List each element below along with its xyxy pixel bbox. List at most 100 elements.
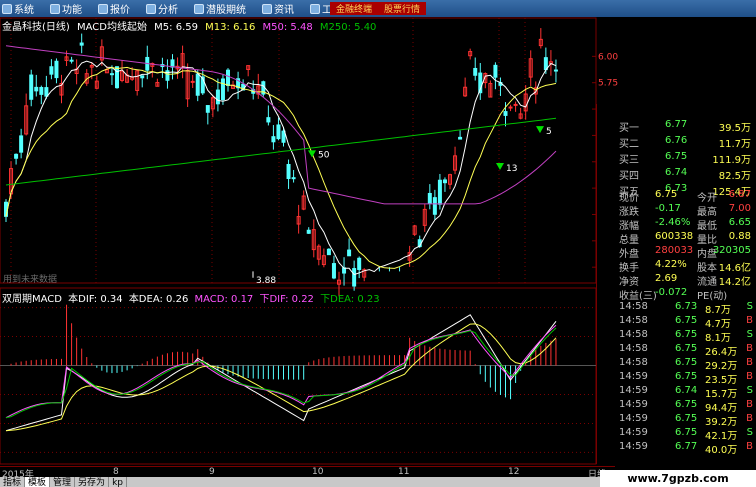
- tick-price: 6.77: [675, 441, 698, 452]
- tick-price: 6.75: [675, 413, 698, 424]
- tick-time: 14:58: [619, 315, 648, 326]
- stat-row: 涨跌 -0.17 最高 7.00: [597, 202, 756, 218]
- candle-body: [44, 87, 49, 97]
- date-label: 9: [209, 467, 215, 477]
- tab-4[interactable]: kp: [109, 477, 127, 487]
- candle-body: [271, 136, 276, 143]
- bid-volume: 39.5万: [718, 123, 751, 134]
- date-label: 11: [398, 467, 410, 477]
- candle-body: [437, 179, 442, 205]
- tick-row: 14:58 6.75 26.4万 B: [597, 342, 756, 358]
- buy-marker-5: [536, 126, 544, 134]
- tick-row: 14:59 6.77 40.0万 B: [597, 440, 756, 456]
- mark-5-label: 5: [546, 127, 552, 137]
- stat-value: 280033: [655, 245, 694, 256]
- candle-body: [205, 105, 210, 113]
- candle-body: [49, 66, 54, 75]
- tick-row: 14:58 6.75 4.7万 B: [597, 314, 756, 330]
- candle-body: [54, 60, 59, 79]
- bid-label: 买二: [619, 139, 639, 150]
- candle-body: [458, 136, 463, 140]
- bid-volume: 11.7万: [718, 139, 751, 150]
- tick-price: 6.74: [675, 385, 698, 396]
- macd-dif: 本DIF: 0.34: [68, 294, 123, 305]
- stat-row: 换手 4.22% 股本 14.6亿: [597, 258, 756, 274]
- candle-body: [553, 69, 558, 72]
- tick-side: B: [746, 343, 753, 354]
- tick-row: 14:59 6.74 15.7万 S: [597, 384, 756, 400]
- macd-panel: [0, 304, 596, 432]
- bid-row: 买二 6.76 11.7万: [597, 134, 756, 150]
- candle-body: [291, 177, 296, 180]
- tick-price: 6.75: [675, 399, 698, 410]
- tick-row: 14:58 6.75 29.2万 B: [597, 356, 756, 372]
- indicator-name: MACD均线起始: [77, 22, 147, 33]
- tick-price: 6.75: [675, 329, 698, 340]
- candle-body: [306, 229, 311, 234]
- candle-body: [195, 73, 200, 96]
- tick-time: 14:59: [619, 371, 648, 382]
- ma13-value: M13: 6.16: [205, 22, 256, 33]
- stat-value: -2.46%: [655, 217, 691, 228]
- tick-side: B: [746, 399, 753, 410]
- stat-row: 净资 2.69 流通 14.2亿: [597, 272, 756, 288]
- candle-body: [352, 268, 357, 287]
- tab-3[interactable]: 另存为: [75, 477, 110, 487]
- candle-body: [357, 257, 362, 270]
- ma5-value: M5: 6.59: [154, 22, 198, 33]
- candlesticks: [4, 28, 558, 297]
- macd-dea: 本DEA: 0.26: [128, 294, 189, 305]
- candle-body: [79, 42, 84, 46]
- ma250-line: [5, 117, 557, 186]
- price-tick-label: 6.00: [598, 52, 618, 62]
- stat-value: 2.69: [655, 273, 678, 284]
- future-data-note: 用到未来数据: [3, 275, 58, 285]
- candle-body: [427, 192, 432, 204]
- bid-row: 买三 6.75 111.9万: [597, 150, 756, 166]
- tick-time: 14:59: [619, 399, 648, 410]
- candle-body: [513, 103, 518, 106]
- date-label: 8: [113, 467, 119, 477]
- watermark: www.7gpzb.com: [600, 470, 756, 487]
- tick-time: 14:59: [619, 385, 648, 396]
- candle-body: [266, 117, 271, 123]
- tab-1[interactable]: 模板: [25, 477, 51, 487]
- tick-row: 14:59 6.75 39.2万 B: [597, 412, 756, 428]
- candle-body: [14, 153, 19, 159]
- annotations: 50 13 5 3.88: [252, 126, 552, 286]
- buy-marker-50: [308, 150, 316, 158]
- ma5-line: [5, 60, 557, 276]
- quote-panel: 买一 6.77 39.5万 买二 6.76 11.7万 买三 6.75 111.9万 买四 6.74…: [596, 104, 756, 464]
- candle-body: [170, 59, 175, 68]
- date-label: 12: [508, 467, 520, 477]
- candle-body: [215, 89, 220, 105]
- bid-label: 买一: [619, 123, 639, 134]
- candle-body: [69, 59, 74, 62]
- candle-body: [286, 163, 291, 180]
- stat-value-2: 6.87: [728, 189, 751, 200]
- candle-body: [347, 249, 352, 257]
- bid-volume: 82.5万: [718, 171, 751, 182]
- buy-marker-13: [496, 163, 504, 171]
- tick-price: 6.75: [675, 357, 698, 368]
- tick-side: B: [746, 315, 753, 326]
- tab-2[interactable]: 管理: [50, 477, 76, 487]
- macd-macd: MACD: 0.17: [194, 294, 254, 305]
- stat-value-2: 0.88: [728, 231, 751, 242]
- tick-side: S: [746, 385, 753, 396]
- tick-price: 6.75: [675, 371, 698, 382]
- candle-body: [39, 87, 44, 95]
- chart-title: 金晶科技(日线) MACD均线起始 M5: 6.59 M13: 6.16 M50…: [2, 18, 380, 33]
- stat-row: 现价 6.75 今开 6.87: [597, 188, 756, 204]
- stat-value: 6.75: [655, 189, 678, 200]
- tick-side: B: [746, 371, 753, 382]
- tab-0[interactable]: 指标: [0, 477, 26, 487]
- xdea-line: [5, 327, 557, 419]
- bid-price: 6.76: [665, 135, 688, 146]
- mark-50-label: 50: [318, 150, 330, 160]
- macd-xdea: 下DEA: 0.23: [320, 294, 380, 305]
- tick-price: 6.75: [675, 427, 698, 438]
- ma50-value: M50: 5.48: [262, 22, 313, 33]
- stat-row: 总量 600338 量比 0.88: [597, 230, 756, 246]
- candle-body: [493, 64, 498, 78]
